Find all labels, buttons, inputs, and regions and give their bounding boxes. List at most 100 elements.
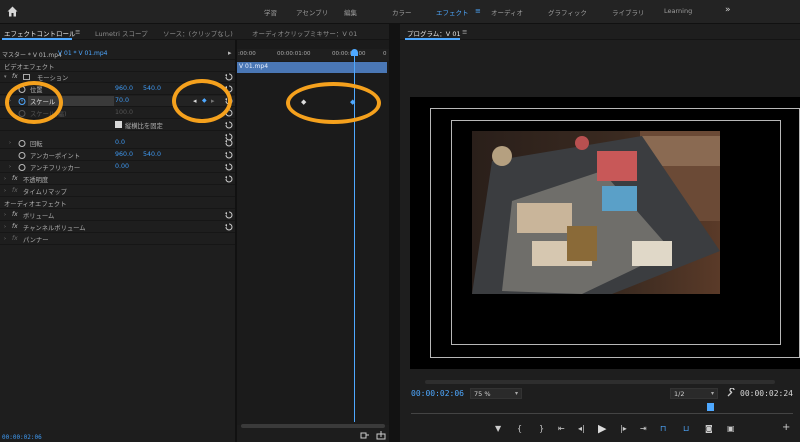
workspace-tab-assembly[interactable]: アセンブリ xyxy=(296,7,328,17)
rotation-value[interactable]: 0.0 xyxy=(115,139,125,146)
export-frame-icon[interactable] xyxy=(376,431,386,440)
lift-icon[interactable]: ⊓ xyxy=(660,424,666,433)
tab-effect-controls[interactable]: エフェクトコントロール xyxy=(4,28,76,38)
resolution-select[interactable]: 1/2 ▾ xyxy=(670,388,718,399)
home-icon[interactable] xyxy=(6,5,19,18)
zoom-select[interactable]: 75 % ▾ xyxy=(470,388,522,399)
antiflicker-row[interactable]: › アンチフリッカー 0.00 xyxy=(0,162,235,173)
extract-icon[interactable]: ⊔ xyxy=(683,424,689,433)
tab-program-monitor[interactable]: プログラム：V 01 xyxy=(407,28,461,38)
workspace-tab-effects[interactable]: エフェクト xyxy=(436,7,469,17)
position-y-value[interactable]: 540.0 xyxy=(143,85,161,92)
volume-row[interactable]: › fx ボリューム xyxy=(0,210,235,221)
workspace-tab-libraries[interactable]: ライブラリ xyxy=(612,7,645,17)
panner-label: パンナー xyxy=(23,237,49,244)
monitor-playhead[interactable] xyxy=(707,403,714,411)
motion-transform-icon[interactable] xyxy=(23,74,30,80)
fx-icon[interactable]: fx xyxy=(12,223,18,230)
scale-value[interactable]: 70.0 xyxy=(115,97,129,104)
workspace-tab-edit[interactable]: 編集 xyxy=(344,7,357,17)
stopwatch-icon[interactable] xyxy=(18,163,26,171)
more-workspaces-icon[interactable]: » xyxy=(725,5,731,15)
expand-rotation-icon[interactable]: › xyxy=(9,140,11,146)
panel-divider[interactable] xyxy=(235,40,237,442)
wrench-icon[interactable] xyxy=(727,388,736,397)
workspace-tab-audio[interactable]: オーディオ xyxy=(491,7,523,17)
mark-out-icon[interactable]: } xyxy=(539,424,544,433)
uniform-scale-checkbox[interactable] xyxy=(115,121,122,128)
audio-effects-header: オーディオエフェクト xyxy=(0,198,235,209)
workspace-tab-color[interactable]: カラー xyxy=(392,7,412,17)
effect-controls-menu-icon[interactable]: ≡ xyxy=(75,28,80,36)
anchor-row[interactable]: アンカーポイント 960.0 540.0 xyxy=(0,150,235,161)
fx-icon[interactable]: fx xyxy=(12,211,18,218)
panel-divider[interactable] xyxy=(389,24,400,442)
workspace-tab-graphics[interactable]: グラフィック xyxy=(548,7,587,17)
antiflicker-value[interactable]: 0.00 xyxy=(115,163,129,170)
opacity-row[interactable]: › fx 不透明度 xyxy=(0,174,235,185)
expand-time-remap-icon[interactable]: › xyxy=(4,188,6,194)
export-frame-camera-icon[interactable]: ◙ xyxy=(705,424,713,433)
expand-volume-icon[interactable]: › xyxy=(4,212,6,218)
anchor-y-value[interactable]: 540.0 xyxy=(143,151,161,158)
expand-opacity-icon[interactable]: › xyxy=(4,176,6,182)
workspace-tab-learn[interactable]: 学習 xyxy=(264,7,277,17)
expand-channel-volume-icon[interactable]: › xyxy=(4,224,6,230)
reset-antiflicker-icon[interactable] xyxy=(225,163,233,171)
master-clip-label[interactable]: マスター * V 01.mp4 xyxy=(2,50,62,59)
effect-controls-timecode[interactable]: 00:00:02:06 xyxy=(2,434,42,441)
clip-name-label[interactable]: V 01 * V 01.mp4 xyxy=(58,50,108,57)
monitor-time-ruler[interactable] xyxy=(411,408,793,414)
go-to-out-icon[interactable]: ⇥ xyxy=(640,424,647,433)
workspace-menu-icon[interactable]: ≡ xyxy=(475,7,481,15)
time-remap-row[interactable]: › fx タイムリマップ xyxy=(0,186,235,197)
stopwatch-icon[interactable] xyxy=(18,139,26,147)
playhead-timecode[interactable]: 00:00:02:06 xyxy=(411,389,464,398)
reset-rotation-icon[interactable] xyxy=(225,139,233,147)
play-audio-icon[interactable]: ▸ xyxy=(228,49,232,57)
reset-anchor-icon[interactable] xyxy=(225,151,233,159)
position-x-value[interactable]: 960.0 xyxy=(115,85,133,92)
channel-volume-row[interactable]: › fx チャンネルボリューム xyxy=(0,222,235,233)
step-forward-icon[interactable]: |▸ xyxy=(620,424,627,433)
reset-motion-icon[interactable] xyxy=(225,73,233,81)
monitor-scrollbar[interactable] xyxy=(425,380,775,384)
reset-opacity-icon[interactable] xyxy=(225,175,233,183)
filter-property-icon[interactable] xyxy=(360,431,370,440)
comparison-view-icon[interactable]: ▣ xyxy=(727,424,735,433)
add-marker-icon[interactable]: ▼ xyxy=(495,424,501,433)
reset-uniform-icon[interactable] xyxy=(225,121,233,129)
reset-volume-icon[interactable] xyxy=(225,211,233,219)
fx-disabled-icon: fx xyxy=(12,235,18,242)
ruler-label: :00:00 xyxy=(238,51,256,57)
mark-in-icon[interactable]: { xyxy=(517,424,522,433)
panel-tabs: エフェクトコントロール ≡ Lumetri スコープ ソース：(クリップなし) … xyxy=(0,24,800,40)
anchor-x-value[interactable]: 960.0 xyxy=(115,151,133,158)
playhead-handle[interactable] xyxy=(351,49,358,56)
timeline-scrollbar[interactable] xyxy=(241,424,385,428)
tab-lumetri-scopes[interactable]: Lumetri スコープ xyxy=(95,28,148,38)
workspace-tab-learning[interactable]: Learning xyxy=(664,7,692,15)
tab-source[interactable]: ソース：(クリップなし) xyxy=(163,28,233,38)
workspace-bar: 学習 アセンブリ 編集 カラー エフェクト ≡ オーディオ グラフィック ライブ… xyxy=(0,0,800,24)
play-icon[interactable]: ▶ xyxy=(598,422,606,435)
go-to-in-icon[interactable]: ⇤ xyxy=(558,424,565,433)
step-back-icon[interactable]: ◂| xyxy=(578,424,585,433)
expand-antiflicker-icon[interactable]: › xyxy=(9,164,11,170)
motion-label: モーション xyxy=(37,75,69,82)
stopwatch-icon[interactable] xyxy=(18,151,26,159)
rotation-row[interactable]: › 回転 0.0 xyxy=(0,138,235,149)
tab-audio-clip-mixer[interactable]: オーディオクリップミキサー：V 01 xyxy=(252,28,357,38)
program-menu-icon[interactable]: ≡ xyxy=(462,28,467,36)
expand-panner-icon[interactable]: › xyxy=(4,236,6,242)
video-effects-header: ビデオエフェクト xyxy=(0,61,235,72)
reset-channel-volume-icon[interactable] xyxy=(225,223,233,231)
fx-icon[interactable]: fx xyxy=(12,73,18,80)
expand-motion-icon[interactable]: ▾ xyxy=(4,74,7,80)
panner-row[interactable]: › fx パンナー xyxy=(0,234,235,245)
timeline-ruler[interactable]: :00:00 00:00:01:00 00:00:02:00 0 xyxy=(237,49,389,61)
button-editor-icon[interactable]: + xyxy=(782,422,790,433)
fx-icon[interactable]: fx xyxy=(12,175,18,182)
program-canvas[interactable] xyxy=(410,97,800,369)
clip-bar[interactable]: V 01.mp4 xyxy=(237,62,387,73)
